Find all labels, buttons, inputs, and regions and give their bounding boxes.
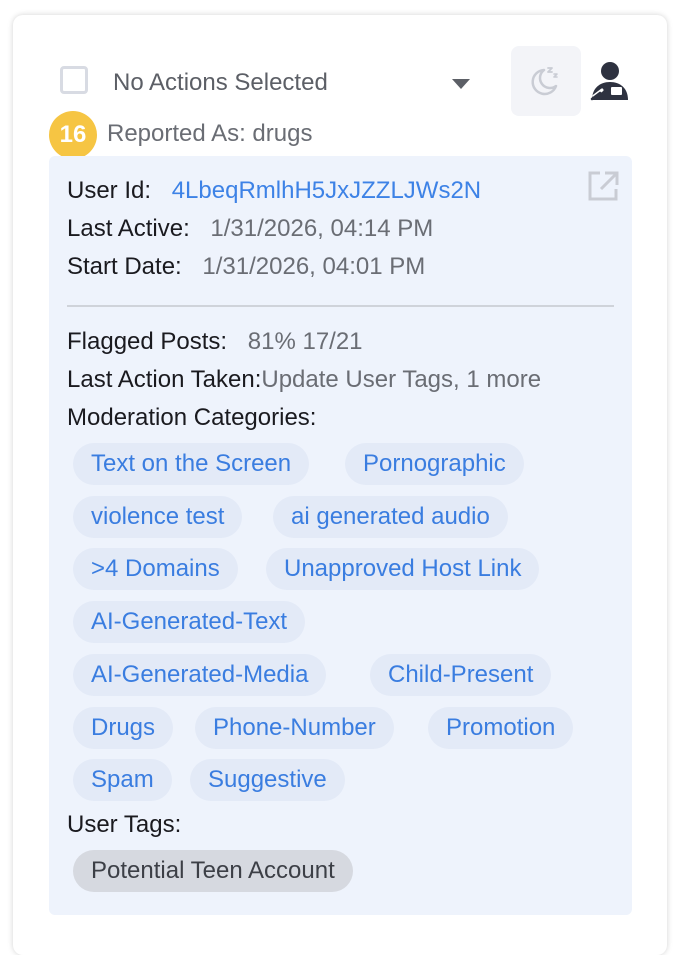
last-active-label: Last Active: xyxy=(67,215,190,242)
last-action-row: Last Action Taken:Update User Tags, 1 mo… xyxy=(67,366,541,394)
user-id-link[interactable]: 4LbeqRmlhH5JxJZZLJWs2N xyxy=(172,177,481,204)
category-chip[interactable]: Text on the Screen xyxy=(73,443,310,485)
last-active-value: 1/31/2026, 04:14 PM xyxy=(210,215,434,242)
category-chip[interactable]: Pornographic xyxy=(345,443,524,485)
action-select-dropdown[interactable]: No Actions Selected xyxy=(113,64,478,100)
category-chip[interactable]: >4 Domains xyxy=(73,548,238,590)
snooze-moon-icon xyxy=(531,67,558,96)
flagged-posts-value: 81% 17/21 xyxy=(247,328,363,355)
action-select-label: No Actions Selected xyxy=(113,69,328,96)
flagged-posts-label: Flagged Posts: xyxy=(67,328,228,355)
flagged-posts-row: Flagged Posts: 81% 17/21 xyxy=(67,328,363,356)
category-chip[interactable]: Suggestive xyxy=(190,759,345,801)
user-tags-label: User Tags: xyxy=(67,811,182,838)
user-id-label: User Id: xyxy=(67,177,152,204)
user-tag-chip[interactable]: Potential Teen Account xyxy=(73,850,353,892)
open-external-icon[interactable] xyxy=(585,169,621,208)
user-profile-icon xyxy=(590,62,628,101)
start-date-value: 1/31/2026, 04:01 PM xyxy=(202,253,426,280)
category-chip[interactable]: AI-Generated-Text xyxy=(73,601,306,643)
caret-down-icon xyxy=(452,76,470,94)
select-checkbox[interactable] xyxy=(60,66,88,94)
divider xyxy=(67,305,614,307)
category-chip[interactable]: Child-Present xyxy=(370,654,552,696)
snooze-button[interactable] xyxy=(511,46,581,116)
start-date-label: Start Date: xyxy=(67,253,182,280)
user-profile-button[interactable] xyxy=(588,60,632,104)
category-chip[interactable]: Spam xyxy=(73,759,172,801)
start-date-row: Start Date: 1/31/2026, 04:01 PM xyxy=(67,253,425,281)
category-chip[interactable]: Unapproved Host Link xyxy=(266,548,540,590)
moderation-categories-label: Moderation Categories: xyxy=(67,404,317,431)
category-chip[interactable]: violence test xyxy=(73,496,243,538)
category-chip[interactable]: ai generated audio xyxy=(273,496,508,538)
last-active-row: Last Active: 1/31/2026, 04:14 PM xyxy=(67,215,433,243)
category-chip[interactable]: Drugs xyxy=(73,707,174,749)
category-chip[interactable]: AI-Generated-Media xyxy=(73,654,327,696)
category-chip[interactable]: Phone-Number xyxy=(195,707,394,749)
report-count-badge: 16 xyxy=(49,111,97,159)
user-id-row: User Id: 4LbeqRmlhH5JxJZZLJWs2N xyxy=(67,177,481,205)
last-action-label: Last Action Taken: xyxy=(67,366,262,393)
last-action-value: Update User Tags, 1 more xyxy=(261,366,542,393)
reported-as-text: Reported As: drugs xyxy=(107,120,313,147)
category-chip[interactable]: Promotion xyxy=(428,707,574,749)
